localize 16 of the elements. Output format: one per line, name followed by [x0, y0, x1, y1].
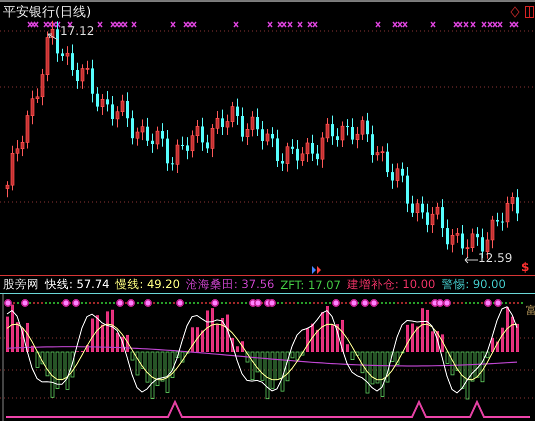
double-arrow-icon — [311, 266, 323, 274]
chart-title: 平安银行(日线) — [3, 4, 92, 21]
leader-line — [48, 34, 58, 40]
price-label: 17.12 — [60, 24, 94, 38]
indicator-value: ZFT: 17.07 — [280, 278, 341, 292]
marker-label: $ — [521, 260, 530, 274]
indicator-value: 警惕: 90.00 — [441, 277, 506, 292]
indicator-value: 快线: 57.74 — [45, 277, 110, 292]
indicator-value: 沧海桑田: 37.56 — [186, 277, 274, 292]
indicator-value: 建增补仓: 10.00 — [346, 277, 436, 292]
indicator-name: 股旁网 — [3, 277, 39, 292]
panel-icon[interactable] — [525, 6, 534, 18]
indicator-value: 慢线: 49.20 — [115, 277, 180, 292]
leader-line — [464, 256, 478, 264]
price-label: 12.59 — [478, 251, 512, 265]
diamond-icon[interactable] — [510, 6, 520, 18]
